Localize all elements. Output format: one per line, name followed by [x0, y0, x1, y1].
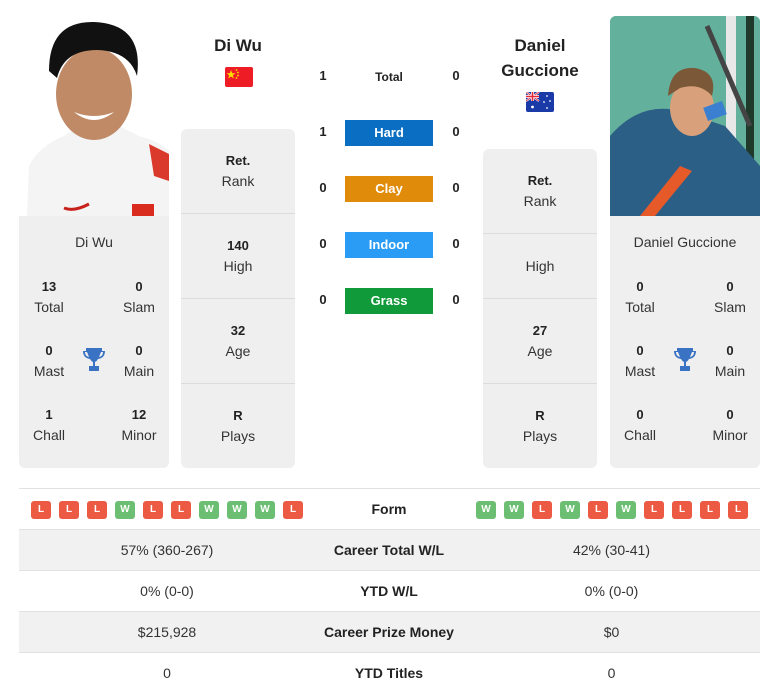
- rank-card-right: Ret. Rank High 27 Age R Plays: [483, 149, 597, 468]
- rank-card-left: Ret. Rank 140 High 32 Age R Plays: [181, 129, 295, 468]
- titles-mast: 0 Mast: [624, 343, 656, 379]
- form-win-badge[interactable]: W: [504, 501, 524, 519]
- age-cell: 32 Age: [181, 299, 295, 384]
- form-loss-badge[interactable]: L: [87, 501, 107, 519]
- h2h-hard-right: 0: [452, 124, 460, 139]
- form-win-badge[interactable]: W: [199, 501, 219, 519]
- form-win-badge[interactable]: W: [616, 501, 636, 519]
- h2h-clay-right: 0: [452, 180, 460, 195]
- h2h-indoor-right: 0: [452, 236, 460, 251]
- titles-slam: 0 Slam: [714, 279, 746, 315]
- career-wl-right: 42% (30-41): [572, 542, 651, 558]
- titles-total: 0 Total: [625, 279, 655, 315]
- player-name-right[interactable]: Daniel Guccione: [483, 33, 597, 83]
- form-loss-badge[interactable]: L: [283, 501, 303, 519]
- ytd-wl-left: 0% (0-0): [140, 583, 194, 599]
- ytd-wl-right: 0% (0-0): [584, 583, 639, 599]
- titles-minor: 0 Minor: [712, 407, 748, 443]
- titles-minor: 12 Minor: [121, 407, 157, 443]
- titles-chall: 1 Chall: [33, 407, 65, 443]
- h2h-total-right: 0: [452, 68, 460, 83]
- form-label: Form: [371, 501, 407, 517]
- player-name-right-first: Daniel: [514, 36, 566, 55]
- form-loss-badge[interactable]: L: [672, 501, 692, 519]
- form-win-badge[interactable]: W: [227, 501, 247, 519]
- form-loss-badge[interactable]: L: [644, 501, 664, 519]
- player-name-left[interactable]: Di Wu: [181, 33, 295, 58]
- trophy-icon: [674, 348, 696, 371]
- career-wl-left: 57% (360-267): [120, 542, 214, 558]
- titles-slam: 0 Slam: [123, 279, 155, 315]
- form-loss-badge[interactable]: L: [700, 501, 720, 519]
- prize-money-left: $215,928: [137, 624, 197, 640]
- ytd-titles-right: 0: [607, 665, 616, 681]
- h2h-hard-left: 1: [319, 124, 327, 139]
- player-photo-right: [610, 16, 760, 216]
- player-name-right-last: Guccione: [501, 61, 579, 80]
- rank-cell: Ret. Rank: [483, 149, 597, 234]
- titles-mast: 0 Mast: [33, 343, 65, 379]
- h2h-total-left: 1: [319, 68, 327, 83]
- h2h-grass-right: 0: [452, 292, 460, 307]
- rank-cell: Ret. Rank: [181, 129, 295, 214]
- form-loss-badge[interactable]: L: [728, 501, 748, 519]
- h2h-indoor-left: 0: [319, 236, 327, 251]
- form-loss-badge[interactable]: L: [588, 501, 608, 519]
- table-row: 0% (0-0) YTD W/L 0% (0-0): [19, 570, 760, 611]
- ytd-titles-label: YTD Titles: [354, 665, 424, 681]
- titles-main: 0 Main: [714, 343, 746, 379]
- form-badges-left: LLLWLLWWWL: [31, 501, 303, 519]
- surface-clay-badge[interactable]: Clay: [345, 176, 433, 202]
- form-badges-right: WWLWLWLLLL: [476, 501, 748, 519]
- form-win-badge[interactable]: W: [476, 501, 496, 519]
- table-row: $215,928 Career Prize Money $0: [19, 611, 760, 652]
- form-loss-badge[interactable]: L: [143, 501, 163, 519]
- h2h-grass-left: 0: [319, 292, 327, 307]
- prize-money-label: Career Prize Money: [324, 624, 454, 640]
- age-cell: 27 Age: [483, 299, 597, 384]
- h2h-total-label: Total: [375, 70, 403, 84]
- high-cell: 140 High: [181, 214, 295, 299]
- titles-main: 0 Main: [123, 343, 155, 379]
- prize-money-right: $0: [603, 624, 620, 640]
- surface-hard-badge[interactable]: Hard: [345, 120, 433, 146]
- player-photo-left: [19, 16, 169, 216]
- form-row: LLLWLLWWWL Form WWLWLWLLLL: [19, 488, 760, 529]
- table-row: 57% (360-267) Career Total W/L 42% (30-4…: [19, 529, 760, 570]
- high-cell: High: [483, 234, 597, 299]
- surface-grass-badge[interactable]: Grass: [345, 288, 433, 314]
- form-win-badge[interactable]: W: [255, 501, 275, 519]
- career-wl-label: Career Total W/L: [333, 542, 445, 558]
- titles-chall: 0 Chall: [624, 407, 656, 443]
- form-loss-badge[interactable]: L: [532, 501, 552, 519]
- h2h-clay-left: 0: [319, 180, 327, 195]
- form-loss-badge[interactable]: L: [171, 501, 191, 519]
- ytd-titles-left: 0: [163, 665, 171, 681]
- ytd-wl-label: YTD W/L: [360, 583, 418, 599]
- plays-cell: R Plays: [522, 408, 558, 444]
- form-win-badge[interactable]: W: [115, 501, 135, 519]
- form-loss-badge[interactable]: L: [31, 501, 51, 519]
- player-card-right: Daniel Guccione 0 Total 0 Slam 0 Mast 0 Main…: [610, 216, 760, 468]
- comparison-table: LLLWLLWWWL Form WWLWLWLLLL 57% (360-267)…: [19, 488, 760, 693]
- china-flag-icon: [225, 67, 253, 87]
- player-card-left: Di Wu 13 Total 0 Slam 0 Mast 0 Main 1 Chall 1…: [19, 216, 169, 468]
- titles-total: 13 Total: [34, 279, 64, 315]
- australia-flag-icon: [526, 92, 554, 112]
- form-loss-badge[interactable]: L: [59, 501, 79, 519]
- player-name-left-card: Di Wu: [75, 234, 113, 250]
- player-name-right-card: Daniel Guccione: [633, 234, 737, 250]
- table-row: 0 YTD Titles 0: [19, 652, 760, 693]
- form-win-badge[interactable]: W: [560, 501, 580, 519]
- surface-indoor-badge[interactable]: Indoor: [345, 232, 433, 258]
- trophy-icon: [83, 348, 105, 371]
- plays-cell: R Plays: [220, 408, 256, 444]
